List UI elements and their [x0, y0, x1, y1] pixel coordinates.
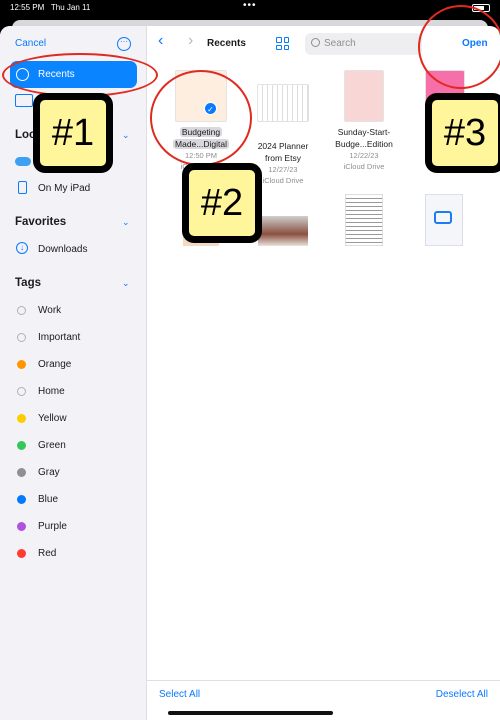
- file-name: Sunday-Start- Budge...Edition: [335, 127, 393, 149]
- annotation-note-1: #1: [33, 93, 113, 173]
- file-date: 12/22/23: [349, 151, 379, 160]
- annotation-ellipse-recents: [2, 53, 158, 97]
- annotation-circle-open: [418, 5, 500, 89]
- annotation-circle-file: [150, 70, 252, 166]
- file-location: iCloud Drive: [343, 162, 385, 171]
- select-all-button[interactable]: Select All: [159, 689, 200, 700]
- download-icon: ↓: [16, 242, 28, 254]
- search-input[interactable]: Search: [305, 33, 422, 55]
- tag-dot-icon: [17, 360, 26, 369]
- tag-dot-icon: [17, 495, 26, 504]
- tag-label: Work: [38, 305, 62, 316]
- favorites-header[interactable]: Favorites: [15, 216, 66, 228]
- file-thumbnail[interactable]: [345, 194, 383, 246]
- tag-dot-icon: [17, 549, 26, 558]
- shared-folder-icon[interactable]: [15, 94, 33, 107]
- tag-label: Purple: [38, 521, 67, 532]
- chevron-down-icon[interactable]: ⌄: [122, 278, 130, 289]
- tag-dot-icon: [17, 387, 26, 396]
- tag-label: Home: [38, 386, 65, 397]
- tag-label: Important: [38, 332, 81, 343]
- status-time: 12:55 PM Thu Jan 11: [10, 3, 91, 12]
- back-chevron-icon[interactable]: ‹: [158, 32, 163, 50]
- status-bar: 12:55 PM Thu Jan 11 •••: [0, 0, 500, 20]
- ipad-icon: [18, 181, 27, 194]
- tags-header[interactable]: Tags: [15, 277, 41, 289]
- cancel-button[interactable]: Cancel: [15, 38, 46, 49]
- search-placeholder: Search: [324, 38, 356, 49]
- file-thumbnail[interactable]: [425, 194, 463, 246]
- file-item[interactable]: Sunday-Start- Budge...Edition 12/22/23 iC…: [324, 70, 404, 172]
- forward-chevron-icon[interactable]: ›: [188, 32, 193, 50]
- sidebar-item-label: Downloads: [38, 244, 88, 255]
- file-thumbnail[interactable]: [258, 216, 308, 246]
- annotation-note-2: #2: [182, 163, 262, 243]
- tag-dot-icon: [17, 441, 26, 450]
- file-thumbnail: [257, 84, 309, 122]
- tag-label: Orange: [38, 359, 72, 370]
- screen-mirroring-icon: [434, 211, 452, 224]
- file-thumbnail: [344, 70, 384, 122]
- tag-dot-icon: [17, 414, 26, 423]
- tag-dot-icon: [17, 306, 26, 315]
- more-options-icon[interactable]: ···: [117, 37, 131, 51]
- deselect-all-button[interactable]: Deselect All: [436, 689, 488, 700]
- tag-dot-icon: [17, 333, 26, 342]
- annotation-note-3: #3: [425, 93, 500, 173]
- search-icon: [311, 38, 320, 47]
- chevron-down-icon[interactable]: ⌄: [122, 130, 130, 141]
- tag-label: Red: [38, 548, 57, 559]
- grid-view-icon[interactable]: [276, 37, 289, 50]
- tag-label: Yellow: [38, 413, 67, 424]
- tag-label: Green: [38, 440, 66, 451]
- multitasking-dots-icon[interactable]: •••: [243, 0, 257, 11]
- sidebar-item-label: On My iPad: [38, 183, 91, 194]
- tag-dot-icon: [17, 522, 26, 531]
- page-title: Recents: [207, 38, 246, 49]
- tag-dot-icon: [17, 468, 26, 477]
- home-indicator[interactable]: [168, 711, 333, 715]
- divider: [147, 680, 500, 681]
- tag-label: Blue: [38, 494, 59, 505]
- chevron-down-icon[interactable]: ⌄: [122, 217, 130, 228]
- tag-label: Gray: [38, 467, 60, 478]
- file-name: 2024 Planner from Etsy: [257, 141, 309, 163]
- icloud-drive-icon[interactable]: [15, 157, 31, 166]
